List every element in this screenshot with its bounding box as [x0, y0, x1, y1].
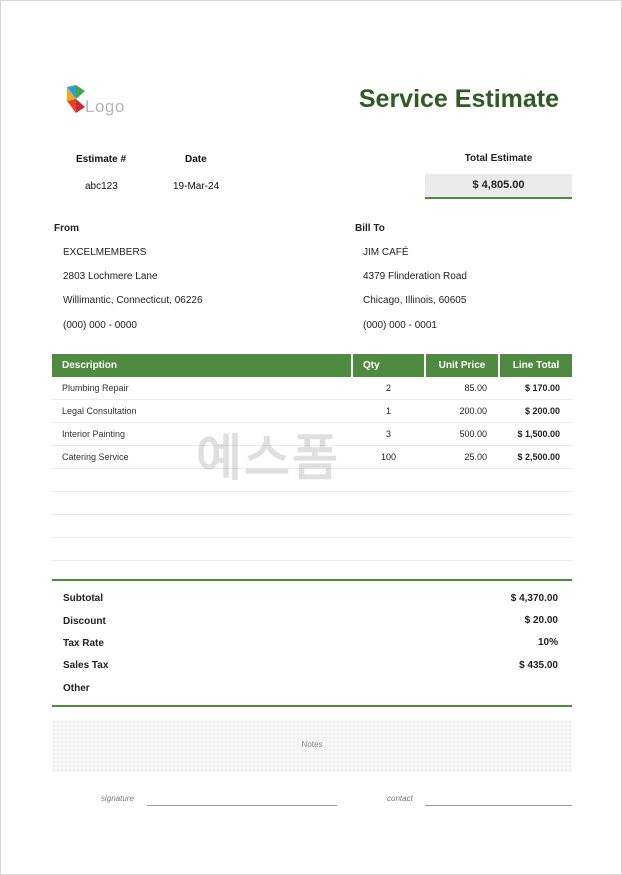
- item-description: Catering Service: [52, 445, 352, 469]
- table-row: Catering Service 100 25.00 $ 2,500.00: [52, 445, 572, 469]
- page-title: Service Estimate: [358, 85, 559, 113]
- item-line-total: $ 2,500.00: [499, 445, 572, 469]
- tax-rate-label: Tax Rate: [63, 638, 104, 649]
- from-company: EXCELMEMBERS: [63, 247, 147, 258]
- item-qty: 100: [352, 445, 425, 469]
- table-row: Legal Consultation 1 200.00 $ 200.00: [52, 399, 572, 423]
- contact-line[interactable]: [425, 805, 572, 806]
- table-row: Interior Painting 3 500.00 $ 1,500.00: [52, 422, 572, 446]
- table-row-empty: [52, 514, 572, 538]
- discount-label: Discount: [63, 616, 106, 627]
- item-line-total: $ 200.00: [499, 399, 572, 423]
- bill-to-company: JIM CAFÉ: [363, 247, 409, 258]
- date-value: 19-Mar-24: [173, 181, 220, 192]
- logo-icon: [67, 85, 85, 113]
- item-line-total: $ 170.00: [499, 377, 572, 400]
- estimate-number-label: Estimate #: [76, 154, 127, 165]
- column-header-unit-price: Unit Price: [425, 354, 500, 377]
- item-unit-price: 500.00: [425, 422, 499, 446]
- notes-label: Notes: [301, 740, 323, 749]
- item-qty: 1: [352, 399, 425, 423]
- estimate-page: Logo Service Estimate Estimate # abc123 …: [0, 0, 622, 875]
- from-city: Willimantic, Connecticut, 06226: [63, 295, 203, 306]
- bill-to-street: 4379 Flinderation Road: [363, 271, 467, 282]
- signature-label: signature: [101, 794, 134, 803]
- column-header-line-total: Line Total: [499, 354, 572, 377]
- contact-label: contact: [387, 794, 413, 803]
- table-header-row: Description Qty Unit Price Line Total: [52, 354, 572, 377]
- table-row-empty: [52, 537, 572, 561]
- subtotal-value: $ 4,370.00: [510, 593, 558, 604]
- discount-value: $ 20.00: [524, 615, 558, 626]
- column-header-qty: Qty: [352, 354, 426, 377]
- item-description: Plumbing Repair: [52, 377, 352, 400]
- summary-bottom-divider: [52, 705, 572, 707]
- from-phone: (000) 000 - 0000: [63, 320, 137, 331]
- from-label: From: [54, 223, 79, 234]
- item-description: Legal Consultation: [52, 399, 352, 423]
- item-line-total: $ 1,500.00: [499, 422, 572, 446]
- sales-tax-label: Sales Tax: [63, 660, 109, 671]
- subtotal-label: Subtotal: [63, 593, 103, 604]
- logo: Logo: [67, 85, 137, 116]
- table-row-empty: [52, 491, 572, 515]
- line-items-table: Description Qty Unit Price Line Total Pl…: [52, 354, 572, 561]
- other-label: Other: [63, 683, 90, 694]
- signature-line[interactable]: [147, 805, 337, 806]
- column-header-description: Description: [52, 354, 353, 377]
- table-row-empty: [52, 468, 572, 492]
- total-estimate-value: $ 4,805.00: [425, 174, 572, 199]
- item-qty: 3: [352, 422, 425, 446]
- sales-tax-value: $ 435.00: [519, 660, 558, 671]
- total-estimate-label: Total Estimate: [464, 153, 533, 164]
- item-unit-price: 85.00: [425, 377, 499, 400]
- tax-rate-value: 10%: [537, 637, 558, 648]
- bill-to-label: Bill To: [355, 223, 385, 234]
- logo-text: Logo: [85, 97, 125, 116]
- table-row: Plumbing Repair 2 85.00 $ 170.00: [52, 377, 572, 400]
- date-label: Date: [185, 154, 207, 165]
- bill-to-phone: (000) 000 - 0001: [363, 320, 437, 331]
- summary-top-divider: [52, 579, 572, 581]
- from-street: 2803 Lochmere Lane: [63, 271, 158, 282]
- bill-to-city: Chicago, Illinois, 60605: [363, 295, 467, 306]
- notes-field[interactable]: Notes: [52, 720, 572, 772]
- estimate-number-value: abc123: [85, 181, 118, 192]
- item-unit-price: 25.00: [425, 445, 499, 469]
- item-unit-price: 200.00: [425, 399, 499, 423]
- item-qty: 2: [352, 377, 425, 400]
- item-description: Interior Painting: [52, 422, 352, 446]
